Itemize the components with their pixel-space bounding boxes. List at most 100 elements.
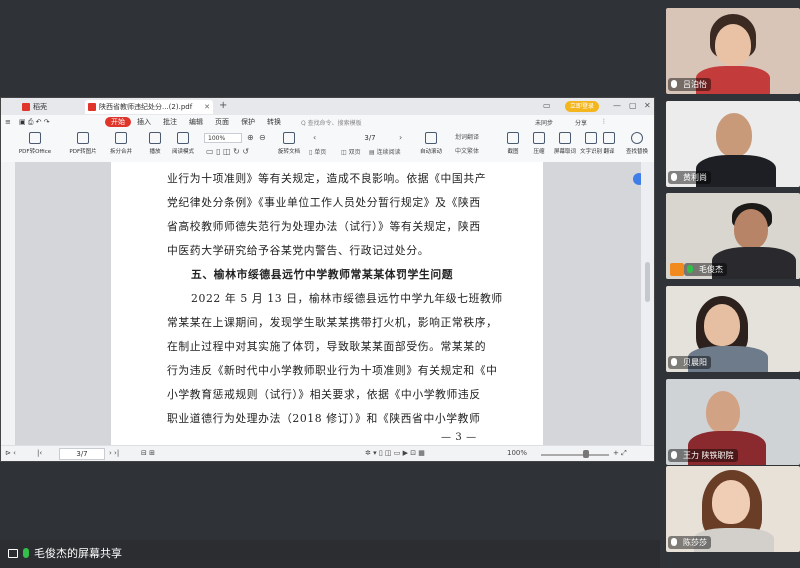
menu-insert[interactable]: 插入	[137, 117, 151, 127]
participant-tile[interactable]: 陈莎莎	[666, 466, 800, 552]
participant-tile[interactable]: 王力 陕铁职院	[666, 379, 800, 465]
single-page-button[interactable]: ▯ 单页	[309, 148, 326, 158]
pdf-to-image-button[interactable]: PDF转图片	[65, 131, 101, 159]
split-merge-button[interactable]: 拆分合并	[103, 131, 139, 159]
zoom-slider[interactable]	[541, 454, 609, 456]
zoom-out-icon[interactable]: ⊖	[259, 133, 266, 143]
doc-line: 省高校教师师德失范行为处理办法（试行）》等有关规定，陕西	[167, 220, 481, 233]
pdf-page: 业行为十项准则》等有关规定，造成不良影响。依据《中国共产 党纪律处分条例》《事业…	[111, 162, 543, 445]
traditional-chinese-button[interactable]: 中文繁体	[455, 147, 479, 157]
page-indicator[interactable]: 3/7	[346, 133, 394, 143]
meeting-bottom-bar: 毛俊杰的屏幕共享	[0, 540, 660, 568]
doc-line: 党纪律处分条例》《事业单位工作人员处分暂行规定》及《陕西	[167, 196, 481, 209]
doc-line: 业行为十项准则》等有关规定，造成不良影响。依据《中国共产	[167, 172, 487, 185]
user-icon	[670, 263, 684, 276]
left-sidebar	[1, 162, 15, 445]
next-page-icon[interactable]: ›	[399, 133, 402, 143]
scissors-icon	[507, 132, 519, 144]
menu-convert[interactable]: 转换	[267, 117, 281, 127]
menu-protect[interactable]: 保护	[241, 117, 255, 127]
vertical-scrollbar[interactable]	[641, 162, 654, 445]
docer-icon	[22, 103, 30, 111]
doc-line: 2022 年 5 月 13 日，榆林市绥德县远竹中学九年级七班教师	[191, 292, 503, 305]
mic-icon	[671, 538, 677, 546]
view-tools-icons[interactable]: ▭ ▯ ◫ ↻ ↺	[206, 147, 249, 157]
menu-annotate[interactable]: 批注	[163, 117, 177, 127]
participant-tile-active[interactable]: 毛俊杰	[666, 193, 800, 279]
tab-bar: 稻壳 陕西省教师违纪处分...(2).pdf ✕ + ▭ 立即登录 — ▢ ✕	[1, 98, 654, 116]
doc-line: 行为违反《新时代中小学教师职业行为十项准则》有关规定和《中	[167, 364, 498, 377]
doc-section-heading: 五、榆林市绥德县远竹中学教师常某某体罚学生问题	[191, 268, 454, 281]
participant-tile[interactable]: 黄利尚	[666, 101, 800, 187]
login-button[interactable]: 立即登录	[565, 101, 599, 112]
menu-bar: ≡ ▣ ⎙ ↶ ↷ 开始 插入 批注 编辑 页面 保护 转换 Q 查找命令、搜索…	[1, 115, 654, 129]
menu-edit[interactable]: 编辑	[189, 117, 203, 127]
tab-docer[interactable]: 稻壳	[19, 100, 79, 114]
sync-status[interactable]: 未同步	[535, 118, 553, 127]
status-view-icons[interactable]: ✲ ▾ ▯ ◫ ▭ ▶ ⊡ ▦	[365, 448, 425, 459]
translate-icon	[603, 132, 615, 144]
next-page-status-icon[interactable]: › ›|	[109, 448, 119, 459]
image-icon	[77, 132, 89, 144]
participant-name: 王力 陕铁职院	[668, 449, 738, 462]
split-merge-icon	[115, 132, 127, 144]
participant-name: 黄利尚	[668, 171, 711, 184]
page-number: — 3 —	[441, 432, 477, 443]
window-layout-icon[interactable]: ▭	[543, 100, 551, 112]
close-window-icon[interactable]: ✕	[644, 100, 651, 112]
screen-share-label: 毛俊杰的屏幕共享	[8, 546, 122, 562]
mic-icon	[671, 173, 677, 181]
pdf-to-office-button[interactable]: PDF转Office	[17, 131, 53, 159]
maximize-icon[interactable]: ▢	[629, 100, 637, 112]
zoom-in-icon[interactable]: ⊕	[247, 133, 254, 143]
mic-icon	[671, 80, 677, 88]
participant-name: 吕泊怡	[668, 78, 711, 91]
participant-name: 陈莎莎	[668, 536, 711, 549]
word-translate-button[interactable]: 划词翻译	[455, 133, 479, 143]
minimize-icon[interactable]: —	[613, 100, 621, 112]
command-search[interactable]: Q 查找命令、搜索模板	[301, 118, 362, 127]
mic-active-icon	[687, 265, 693, 273]
share-button[interactable]: 分享	[575, 118, 587, 127]
document-viewport[interactable]: 业行为十项准则》等有关规定，造成不良影响。依据《中国共产 党纪律处分条例》《事业…	[15, 162, 641, 445]
word-capture-icon	[559, 132, 571, 144]
find-replace-button[interactable]: 查找替换	[619, 131, 654, 159]
new-tab-icon[interactable]: +	[219, 98, 227, 114]
zoom-select[interactable]: 100%	[204, 133, 242, 143]
menu-page[interactable]: 页面	[215, 117, 229, 127]
scrollbar-thumb[interactable]	[645, 262, 650, 302]
first-page-icon[interactable]: |‹	[37, 448, 42, 459]
double-page-button[interactable]: ◫ 双页	[341, 148, 361, 158]
status-tools-icons[interactable]: ⊟ ⊞	[141, 448, 155, 459]
rotate-icon	[283, 132, 295, 144]
quick-access-icons[interactable]: ▣ ⎙ ↶ ↷	[19, 117, 50, 127]
book-icon	[177, 132, 189, 144]
auto-scroll-button[interactable]: 自动滚动	[413, 131, 449, 159]
prev-page-icon[interactable]: ‹	[313, 133, 316, 143]
search-icon	[631, 132, 643, 144]
participant-list: 吕泊怡 黄利尚 毛俊杰 贝晨阳 王力 陕铁职院 陈莎莎	[662, 0, 800, 568]
continuous-read-button[interactable]: ▤ 连续阅读	[369, 148, 401, 158]
pdf-to-office-icon	[29, 132, 41, 144]
status-zoom-value[interactable]: 100%	[507, 448, 527, 459]
participant-tile[interactable]: 吕泊怡	[666, 8, 800, 94]
reading-mode-button[interactable]: 阅读模式	[165, 131, 201, 159]
doc-line: 常某某在上课期间，发现学生耿某某携带打火机，影响正常秩序，	[167, 316, 498, 329]
participant-tile[interactable]: 贝晨阳	[666, 286, 800, 372]
zoom-slider-knob[interactable]	[583, 450, 589, 458]
close-icon[interactable]: ✕	[204, 100, 210, 114]
mic-active-icon	[23, 548, 29, 558]
screen-icon	[8, 549, 18, 558]
nav-icons[interactable]: ⊳ ‹	[5, 448, 16, 459]
compress-icon	[533, 132, 545, 144]
doc-line: 在制止过程中对其实施了体罚，导致耿某某面部受伤。常某某的	[167, 340, 487, 353]
tab-pdf-document[interactable]: 陕西省教师违纪处分...(2).pdf ✕	[85, 100, 213, 114]
menu-icon[interactable]: ≡	[5, 117, 11, 127]
mic-icon	[671, 451, 677, 459]
rotate-document-button[interactable]: 旋转文档	[271, 131, 307, 159]
more-icon[interactable]: ⋮	[601, 118, 607, 125]
menu-home[interactable]: 开始	[105, 117, 131, 127]
zoom-plus-icon[interactable]: + ⤢	[613, 448, 627, 459]
screen-share-area: 稻壳 陕西省教师违纪处分...(2).pdf ✕ + ▭ 立即登录 — ▢ ✕ …	[0, 0, 660, 540]
status-page-input[interactable]: 3/7	[59, 448, 105, 460]
